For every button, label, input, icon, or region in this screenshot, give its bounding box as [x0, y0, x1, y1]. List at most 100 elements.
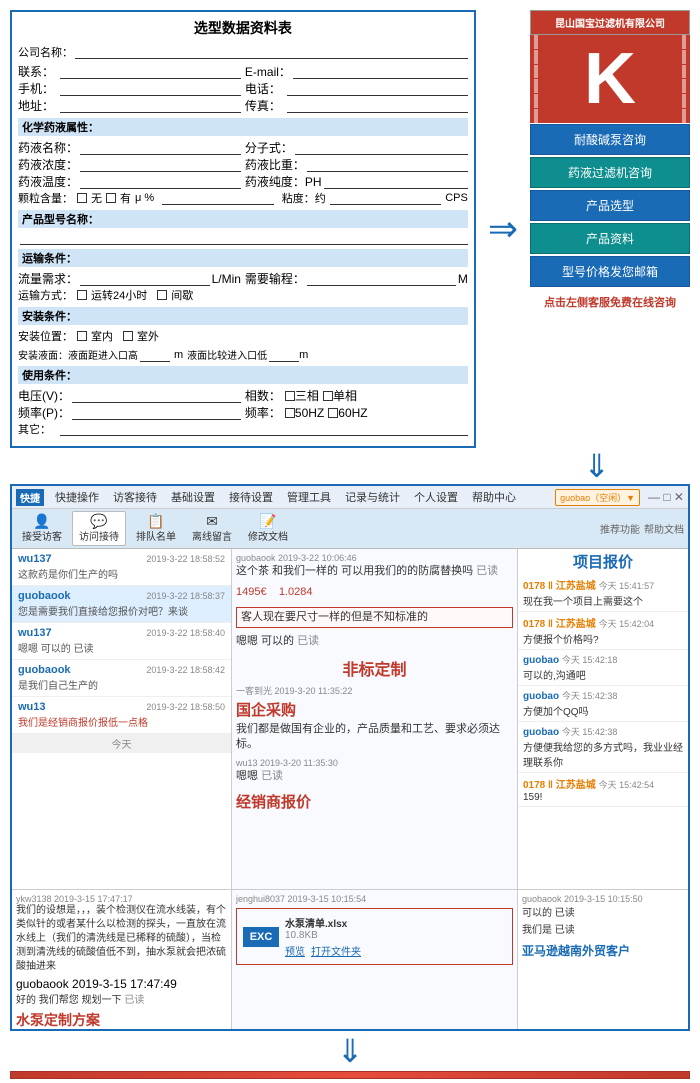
viscosity-input[interactable] — [330, 191, 442, 205]
arrow-right: ⇒ — [486, 208, 520, 250]
freq-p-input[interactable] — [72, 406, 241, 420]
freq-hz-label: 频率： — [245, 404, 285, 421]
temp-input[interactable] — [80, 175, 241, 189]
right-text-5: 方便便我给您的多方式吗，我业业经理联系你 — [523, 739, 683, 769]
arrow-down-bottom: ⇓ — [0, 1031, 700, 1071]
other-input[interactable] — [60, 422, 468, 436]
file-preview-btn[interactable]: 预览 — [285, 943, 305, 958]
nav-tab-receive-label: 接受访客 — [22, 528, 62, 543]
conv-user-wu13: wu13 — [18, 701, 46, 713]
nav-tab-offline[interactable]: ✉ 离线留言 — [186, 512, 238, 545]
particles-yes-checkbox[interactable] — [106, 193, 116, 203]
distance-input[interactable] — [307, 272, 456, 286]
toolbar-item-jiedai[interactable]: 接待设置 — [226, 488, 276, 506]
right-text-1: 现在我一个项目上需要这个 — [523, 593, 683, 608]
fax-input[interactable] — [287, 99, 468, 113]
nav-recommend[interactable]: 推荐功能 — [600, 521, 640, 536]
voltage-input[interactable] — [72, 389, 241, 403]
drugname-input[interactable] — [80, 141, 241, 155]
conv-item-guobaook-2[interactable]: guobaook 2019-3-22 18:58:42 是我们自己生产的 — [12, 660, 231, 697]
freq-50-label: 50HZ — [295, 406, 324, 420]
particles-value-input[interactable] — [162, 191, 274, 205]
brand-menu-price[interactable]: 型号价格发您邮箱 — [530, 256, 690, 287]
right-sender-4: guobao — [523, 691, 559, 702]
nav-tab-queue[interactable]: 📋 排队名单 — [130, 512, 182, 545]
chat-right-panel[interactable]: 项目报价 0178 ‖ 江苏盐城 今天 15:41:57 现在我一个项目上需要这… — [518, 549, 688, 889]
email-col: E-mail： — [245, 63, 468, 80]
freq-60-label: 60HZ — [338, 406, 367, 420]
flow-input[interactable] — [80, 272, 210, 286]
brand-menu-docs[interactable]: 产品资料 — [530, 223, 690, 254]
email-input[interactable] — [293, 65, 468, 79]
chat-messages-panel: guobaook 2019-3-22 10:06:46 这个茶 和我们一样的 可… — [232, 549, 518, 889]
address-input[interactable] — [60, 99, 241, 113]
mobile-input[interactable] — [60, 82, 241, 96]
company-input[interactable] — [75, 45, 468, 59]
phone-input[interactable] — [287, 82, 468, 96]
conv-item-wu137-2[interactable]: wu137 2019-3-22 18:58:40 嗯嗯 可以的 已读 — [12, 623, 231, 660]
toolbar-item-kuaijie[interactable]: 快捷操作 — [52, 488, 102, 506]
chat-messages-scroll[interactable]: guobaook 2019-3-22 10:06:46 这个茶 和我们一样的 可… — [232, 549, 517, 889]
brand-menu-filter[interactable]: 药液过滤机咨询 — [530, 157, 690, 188]
arrow-down-top: ⇓ — [0, 450, 700, 482]
particles-no-checkbox[interactable] — [77, 193, 87, 203]
phase-3-checkbox[interactable] — [285, 391, 295, 401]
file-attachment: EXC 水泵清单.xlsx 10.8KB 预览 打开文件夹 — [236, 908, 513, 965]
bottom-right-text-1: 可以的 已读 — [522, 904, 684, 919]
toolbar-item-jichu[interactable]: 基础设置 — [168, 488, 218, 506]
chem-section-title: 化学药液属性： — [18, 118, 468, 136]
molecule-input[interactable] — [295, 141, 468, 155]
nav-tab-receive[interactable]: 👤 接受访客 — [16, 512, 68, 545]
msg-1: guobaook 2019-3-22 10:06:46 这个茶 和我们一样的 可… — [236, 553, 513, 579]
msg-2: 1495€ 1.0284 — [236, 585, 513, 600]
contact-input[interactable] — [60, 65, 241, 79]
conv-time-guobaook-2: 2019-3-22 18:58:42 — [146, 665, 225, 675]
freq-50-checkbox[interactable] — [285, 408, 295, 418]
conv-msg-guobaook-2: 是我们自己生产的 — [18, 677, 225, 692]
conv-time-wu13: 2019-3-22 18:58:50 — [146, 702, 225, 712]
chat-conv-list[interactable]: wu137 2019-3-22 18:58:52 这款药是你们生产的吗 guob… — [12, 549, 232, 889]
right-time-5: 今天 15:42:38 — [562, 727, 618, 737]
toolbar-item-geren[interactable]: 个人设置 — [411, 488, 461, 506]
drugname-mol-row: 药液名称： 分子式： — [18, 139, 468, 156]
freq-hz-col: 频率： 50HZ 60HZ — [245, 404, 468, 421]
conv-item-guobaook[interactable]: guobaook 2019-3-22 18:58:37 您是需要我们直接给您报价… — [12, 586, 231, 623]
nav-tab-visit[interactable]: 💬 访问接待 — [72, 511, 126, 546]
chat-bottom-middle: jenghui8037 2019-3-15 10:15:54 EXC 水泵清单.… — [232, 890, 518, 1029]
model-input[interactable] — [20, 231, 468, 245]
file-open-btn[interactable]: 打开文件夹 — [311, 943, 361, 958]
purity-input[interactable] — [324, 175, 468, 189]
toolbar-item-bangzhu[interactable]: 帮助中心 — [469, 488, 519, 506]
toolbar-item-fangke[interactable]: 访客接待 — [110, 488, 160, 506]
sg-input[interactable] — [307, 158, 468, 172]
install-outlet-input[interactable] — [269, 348, 299, 362]
install-indoor-checkbox[interactable] — [77, 331, 87, 341]
conc-input[interactable] — [80, 158, 241, 172]
msg-1-text: 这个茶 和我们一样的 可以用我们的的防腐替换吗 已读 — [236, 564, 513, 579]
file-actions: 预览 打开文件夹 — [285, 943, 361, 958]
install-outdoor-checkbox[interactable] — [123, 331, 133, 341]
phase-1-checkbox[interactable] — [323, 391, 333, 401]
install-height-input[interactable] — [140, 348, 170, 362]
conv-item-wu13[interactable]: wu13 2019-3-22 18:58:50 我们是经销商报价报低一点格 — [12, 697, 231, 734]
freq-60-checkbox[interactable] — [328, 408, 338, 418]
address-fax-row: 地址： 传真： — [18, 97, 468, 114]
brand-menu-acid[interactable]: 耐酸碱泵咨询 — [530, 124, 690, 155]
nav-help[interactable]: 帮助文档 — [644, 521, 684, 536]
brand-menu-select[interactable]: 产品选型 — [530, 190, 690, 221]
nav-tab-edit[interactable]: 📝 修改文档 — [242, 512, 294, 545]
transport-interval-checkbox[interactable] — [157, 290, 167, 300]
toolbar-item-guanli[interactable]: 管理工具 — [284, 488, 334, 506]
toolbar-item-jilu[interactable]: 记录与统计 — [342, 488, 403, 506]
edit-icon: 📝 — [259, 514, 276, 528]
right-sender-3: guobao — [523, 655, 559, 666]
user-status-badge[interactable]: guobao（空闲）▼ — [555, 489, 640, 506]
bottom-conv-reply: 好的 我们帮您 规划一下 已读 — [16, 991, 227, 1006]
conv-item-wu137[interactable]: wu137 2019-3-22 18:58:52 这款药是你们生产的吗 — [12, 549, 231, 586]
transport-24h-checkbox[interactable] — [77, 290, 87, 300]
temp-purity-row: 药液温度： 药液纯度：PH — [18, 173, 468, 190]
conv-time-wu137: 2019-3-22 18:58:52 — [146, 554, 225, 564]
conv-msg-guobaook: 您是需要我们直接给您报价对吧？来谈 — [18, 603, 225, 618]
arrow-down-bottom-icon: ⇓ — [337, 1035, 364, 1067]
purity-col: 药液纯度：PH — [245, 173, 468, 190]
